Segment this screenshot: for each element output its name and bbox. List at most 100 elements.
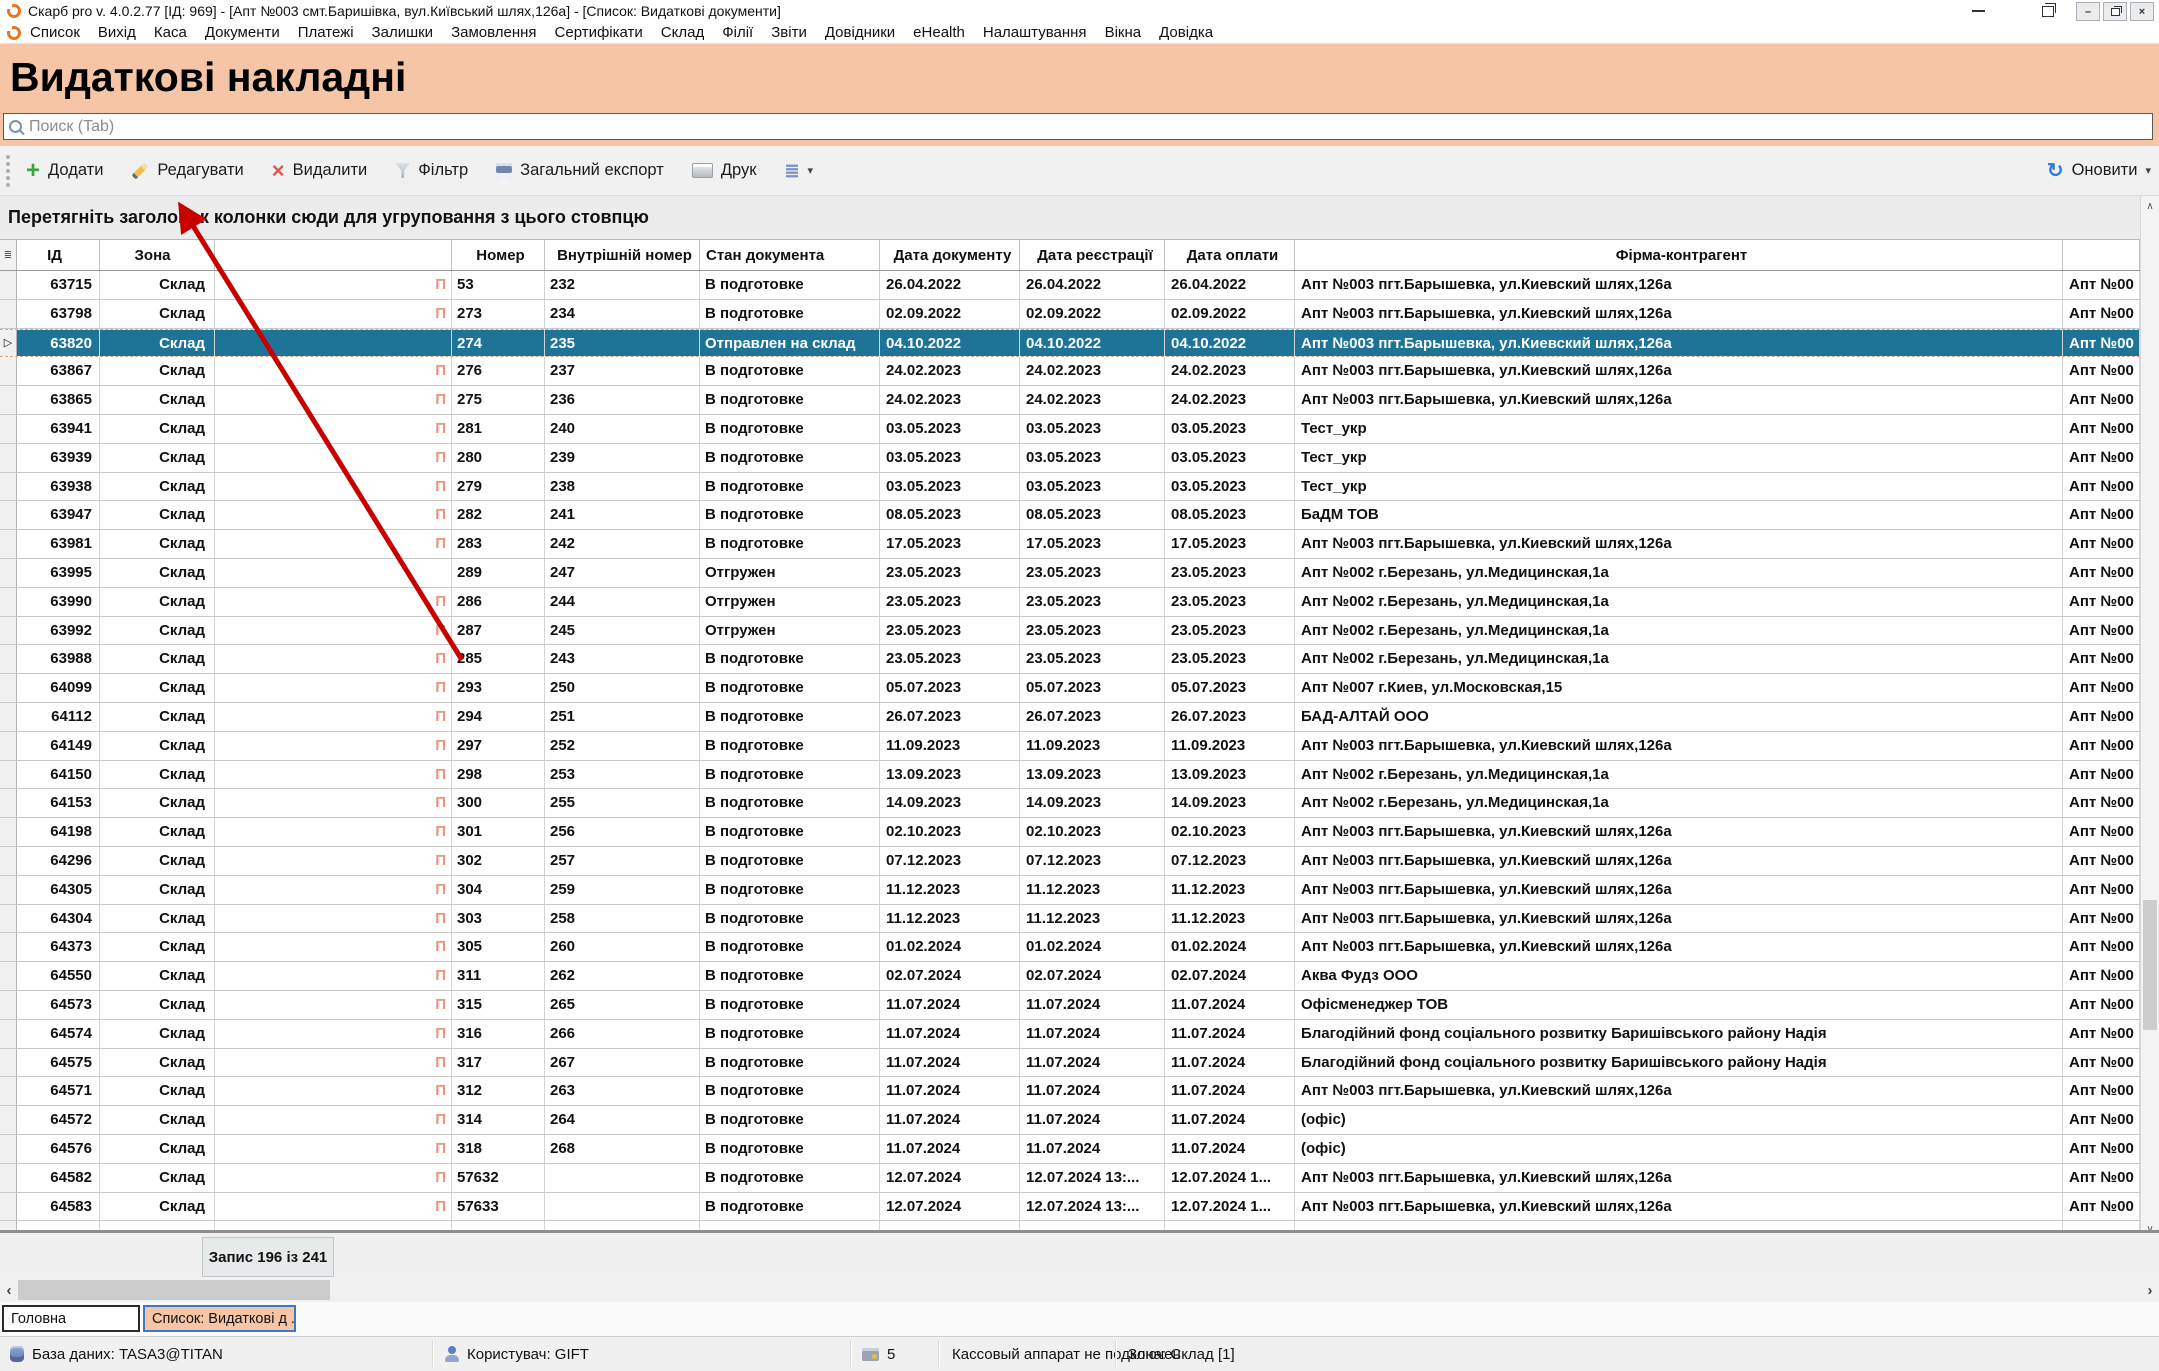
filter-button[interactable]: Фільтр: [395, 161, 468, 180]
menu-item-Документи[interactable]: Документи: [196, 24, 289, 41]
table-row[interactable]: 63867СкладП276237В подготовке24.02.20232…: [0, 357, 2140, 386]
column-header-Дата оплати[interactable]: Дата оплати: [1165, 240, 1295, 270]
column-header-Дата документу[interactable]: Дата документу: [880, 240, 1020, 270]
table-row[interactable]: 64112СкладП294251В подготовке26.07.20232…: [0, 703, 2140, 732]
menu-item-Замовлення[interactable]: Замовлення: [442, 24, 545, 41]
menu-item-Вікна[interactable]: Вікна: [1096, 24, 1151, 41]
table-row[interactable]: 64576СкладП318268В подготовке11.07.20241…: [0, 1135, 2140, 1164]
export-button[interactable]: Загальний експорт: [496, 161, 664, 180]
mdi-minimize-button[interactable]: –: [2076, 2, 2100, 21]
table-row[interactable]: 63798СкладП273234В подготовке02.09.20220…: [0, 300, 2140, 329]
menu-item-Платежі[interactable]: Платежі: [289, 24, 363, 41]
column-header-ІД[interactable]: ІД: [17, 240, 100, 270]
cell: 289: [452, 559, 545, 587]
table-row[interactable]: 63995Склад289247Отгружен23.05.202323.05.…: [0, 559, 2140, 588]
table-row[interactable]: 64150СкладП298253В подготовке13.09.20231…: [0, 761, 2140, 790]
column-header-col0[interactable]: ≣: [0, 240, 17, 270]
table-row[interactable]: 64373СкладП305260В подготовке01.02.20240…: [0, 933, 2140, 962]
vertical-scrollbar[interactable]: ∧ ∨: [2140, 196, 2159, 1240]
toolbar-grip[interactable]: [6, 155, 14, 187]
column-header-Дата реєстрації[interactable]: Дата реєстрації: [1020, 240, 1165, 270]
menu-item-Звіти[interactable]: Звіти: [762, 24, 816, 41]
view-options-button[interactable]: ≣ ▾: [784, 163, 813, 179]
menu-item-Склад[interactable]: Склад: [652, 24, 713, 41]
menu-item-Довідка[interactable]: Довідка: [1150, 24, 1222, 41]
table-row[interactable]: 64572СкладП314264В подготовке11.07.20241…: [0, 1106, 2140, 1135]
scroll-up-icon[interactable]: ∧: [2141, 196, 2159, 216]
table-row[interactable]: 64582СкладП57632В подготовке12.07.202412…: [0, 1164, 2140, 1193]
cell: П: [215, 415, 452, 443]
table-row[interactable]: 63941СкладП281240В подготовке03.05.20230…: [0, 415, 2140, 444]
column-header-col3[interactable]: [215, 240, 452, 270]
cell: 265: [545, 991, 700, 1019]
scroll-right-icon[interactable]: ›: [2141, 1278, 2159, 1302]
menu-item-Сертифікати[interactable]: Сертифікати: [546, 24, 652, 41]
table-row[interactable]: 63981СкладП283242В подготовке17.05.20231…: [0, 530, 2140, 559]
mdi-restore-button[interactable]: [2103, 2, 2127, 21]
table-row[interactable]: 64149СкладП297252В подготовке11.09.20231…: [0, 732, 2140, 761]
table-row[interactable]: 64575СкладП317267В подготовке11.07.20241…: [0, 1049, 2140, 1078]
column-header-Фірма-контрагент[interactable]: Фірма-контрагент: [1295, 240, 2063, 270]
minimize-button[interactable]: [1943, 0, 2013, 22]
menu-item-eHealth[interactable]: eHealth: [904, 24, 974, 41]
table-row[interactable]: 63990СкладП286244Отгружен23.05.202323.05…: [0, 588, 2140, 617]
print-button[interactable]: Друк: [692, 161, 757, 180]
row-selector: [0, 933, 17, 961]
cell: 64150: [17, 761, 100, 789]
menu-item-Налаштування[interactable]: Налаштування: [974, 24, 1096, 41]
add-button[interactable]: + Додати: [26, 161, 103, 180]
table-row[interactable]: 63938СкладП279238В подготовке03.05.20230…: [0, 473, 2140, 502]
cell: 26.04.2022: [1020, 271, 1165, 299]
table-row[interactable]: 64573СкладП315265В подготовке11.07.20241…: [0, 991, 2140, 1020]
table-row[interactable]: 64296СкладП302257В подготовке07.12.20230…: [0, 847, 2140, 876]
column-header-Внутрішній номер[interactable]: Внутрішній номер: [545, 240, 700, 270]
menu-item-Філії[interactable]: Філії: [713, 24, 762, 41]
table-row[interactable]: 64304СкладП303258В подготовке11.12.20231…: [0, 905, 2140, 934]
table-row[interactable]: 64198СкладП301256В подготовке02.10.20230…: [0, 818, 2140, 847]
cell: [215, 1221, 452, 1230]
column-header-Стан документа[interactable]: Стан документа: [700, 240, 880, 270]
search-input[interactable]: Поиск (Tab): [3, 113, 2153, 140]
menu-item-Довідники[interactable]: Довідники: [816, 24, 904, 41]
table-row[interactable]: 63988СкладП285243В подготовке23.05.20232…: [0, 645, 2140, 674]
edit-button[interactable]: Редагувати: [131, 161, 243, 180]
cell: В подготовке: [700, 962, 880, 990]
column-header-col11[interactable]: [2063, 240, 2140, 270]
menu-item-Каса[interactable]: Каса: [145, 24, 196, 41]
cell: Апт №00: [2063, 1164, 2140, 1192]
scroll-left-icon[interactable]: ‹: [0, 1278, 18, 1302]
table-row[interactable]: 64305СкладП304259В подготовке11.12.20231…: [0, 876, 2140, 905]
horizontal-scroll-thumb[interactable]: [18, 1280, 330, 1300]
delete-button[interactable]: × Видалити: [272, 161, 368, 180]
table-row[interactable]: 63715СкладП53232В подготовке26.04.202226…: [0, 271, 2140, 300]
table-row[interactable]: 64583СкладП57633В подготовке12.07.202412…: [0, 1193, 2140, 1222]
table-row[interactable]: 63992СкладП287245Отгружен23.05.202323.05…: [0, 617, 2140, 646]
table-row[interactable]: 63865СкладП275236В подготовке24.02.20232…: [0, 386, 2140, 415]
menu-item-Вихід[interactable]: Вихід: [89, 24, 145, 41]
table-row[interactable]: 64574СкладП316266В подготовке11.07.20241…: [0, 1020, 2140, 1049]
cell: 11.07.2024: [880, 1077, 1020, 1105]
table-row[interactable]: 63947СкладП282241В подготовке08.05.20230…: [0, 501, 2140, 530]
menu-item-Список[interactable]: Список: [21, 24, 89, 41]
table-row[interactable]: 64571СкладП312263В подготовке11.07.20241…: [0, 1077, 2140, 1106]
restore-button[interactable]: [2013, 0, 2083, 22]
menu-item-Залишки[interactable]: Залишки: [363, 24, 443, 41]
table-row[interactable]: 63939СкладП280239В подготовке03.05.20230…: [0, 444, 2140, 473]
vertical-scroll-thumb[interactable]: [2143, 900, 2157, 1030]
cell: 14.09.2023: [880, 789, 1020, 817]
cell: В подготовке: [700, 991, 880, 1019]
column-header-Номер[interactable]: Номер: [452, 240, 545, 270]
filter-label: Фільтр: [418, 161, 468, 180]
column-header-Зона[interactable]: Зона: [100, 240, 215, 270]
table-row[interactable]: 64550СкладП311262В подготовке02.07.20240…: [0, 962, 2140, 991]
horizontal-scrollbar[interactable]: ‹ ›: [0, 1278, 2159, 1302]
table-row[interactable]: 64153СкладП300255В подготовке14.09.20231…: [0, 789, 2140, 818]
tab-list-documents[interactable]: Список: Видаткові д ...: [143, 1305, 296, 1332]
table-row[interactable]: ▷63820Склад274235Отправлен на склад04.10…: [0, 329, 2140, 358]
table-row[interactable]: 64099СкладП293250В подготовке05.07.20230…: [0, 674, 2140, 703]
mdi-close-button[interactable]: ×: [2130, 2, 2154, 21]
cell: 276: [452, 357, 545, 385]
tab-home[interactable]: Головна: [2, 1305, 140, 1332]
refresh-button[interactable]: ↻ Оновити ▾: [2047, 161, 2151, 180]
cell: 08.05.2023: [1020, 501, 1165, 529]
